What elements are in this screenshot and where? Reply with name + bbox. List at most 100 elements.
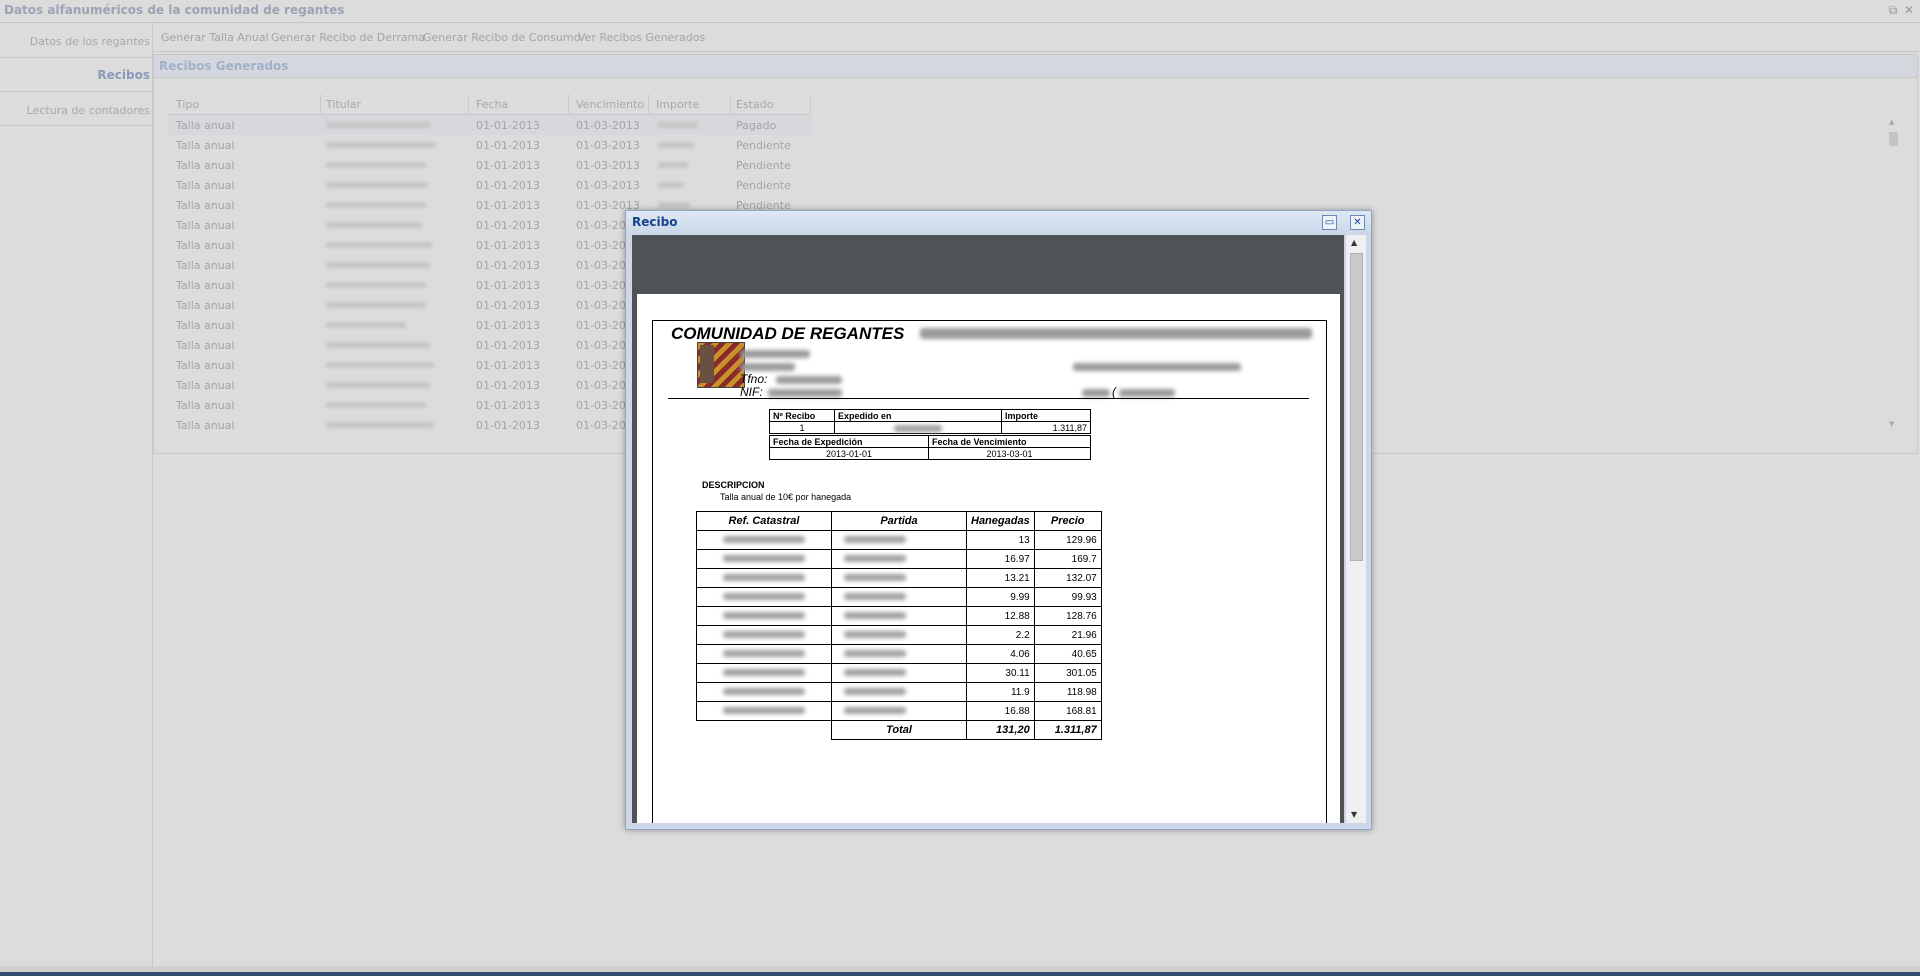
total-precio: 1.311,87	[1033, 720, 1102, 740]
table-row[interactable]: Talla anual 01-01-2013 01-03-2013 Pendiente	[168, 155, 811, 175]
column-header-tipo[interactable]: Tipo	[176, 98, 199, 111]
descripcion-label: DESCRIPCION	[702, 480, 765, 490]
generar-talla-anual-button[interactable]: Generar Talla Anual	[161, 31, 269, 44]
cell-fecha: 01-01-2013	[476, 359, 540, 372]
nif-label: NIF:	[740, 385, 763, 399]
sidebar: Datos de los regantes Recibos Lectura de…	[0, 23, 153, 966]
cell-hanegadas: 11.9	[966, 682, 1035, 702]
grid-scrollbar[interactable]: ▲ ▼	[1887, 118, 1899, 430]
column-header-titular[interactable]: Titular	[326, 98, 361, 111]
parcel-row: 13 129.96	[696, 530, 1102, 550]
close-icon[interactable]: ✕	[1350, 215, 1365, 230]
redacted-importe	[658, 202, 690, 208]
sidebar-divider	[0, 125, 152, 126]
postal-paren: (	[1112, 385, 1116, 399]
generar-recibo-consumo-button[interactable]: Generar Recibo de Consumo	[423, 31, 580, 44]
fecha-vencimiento: 2013-03-01	[928, 447, 1091, 460]
table-row[interactable]: Talla anual 01-01-2013 01-03-2013 Pendiente	[168, 135, 811, 155]
receipt-info-table: Nº Recibo Expedido en Importe 1 1.311,87	[769, 409, 1091, 434]
cell-tipo: Talla anual	[176, 279, 235, 292]
ver-recibos-generados-button[interactable]: Ver Recibos Generados	[578, 31, 705, 44]
redacted-titular	[326, 422, 434, 428]
scroll-down-icon[interactable]: ▼	[1351, 810, 1357, 819]
cell-vencimiento: 01-03-2013	[576, 139, 640, 152]
receipt-page: COMUNIDAD DE REGANTES Tfno: NIF: ( Nº Re…	[637, 294, 1340, 823]
column-header-fecha[interactable]: Fecha	[476, 98, 508, 111]
parcel-row: 2.2 21.96	[696, 625, 1102, 645]
cell-partida	[831, 587, 967, 607]
close-icon[interactable]: ✕	[1902, 3, 1916, 17]
cell-fecha: 01-01-2013	[476, 419, 540, 432]
redacted-phone	[776, 376, 842, 384]
column-header-vencimiento[interactable]: Vencimiento	[576, 98, 644, 111]
cell-estado: Pendiente	[736, 179, 791, 192]
receipt-heading: COMUNIDAD DE REGANTES	[671, 324, 905, 343]
column-divider	[648, 94, 649, 114]
cell-partida	[831, 701, 967, 721]
cell-hanegadas: 2.2	[966, 625, 1035, 645]
redacted-postal-code	[1082, 389, 1110, 397]
cell-partida	[831, 663, 967, 683]
cell-ref-catastral	[696, 644, 832, 664]
cell-fecha: 01-01-2013	[476, 199, 540, 212]
cell-partida	[831, 682, 967, 702]
cell-partida	[831, 606, 967, 626]
cell-fecha: 01-01-2013	[476, 399, 540, 412]
cell-tipo: Talla anual	[176, 419, 235, 432]
viewer-scrollbar[interactable]: ▲ ▼	[1345, 235, 1366, 823]
cell-tipo: Talla anual	[176, 259, 235, 272]
sidebar-item-recibos[interactable]: Recibos	[0, 68, 152, 82]
cell-ref-catastral	[696, 568, 832, 588]
cell-fecha: 01-01-2013	[476, 239, 540, 252]
recibo-window: Recibo ▭ ✕ COMUNIDAD DE REGANTES Tfno: N…	[625, 210, 1372, 830]
parcel-row: 16.97 169.7	[696, 549, 1102, 569]
scroll-up-icon[interactable]: ▲	[1889, 118, 1894, 126]
scroll-thumb[interactable]	[1889, 132, 1898, 146]
redacted-titular	[326, 122, 430, 128]
cell-partida	[831, 549, 967, 569]
cell-fecha: 01-01-2013	[476, 119, 540, 132]
num-recibo: 1	[769, 421, 835, 434]
cell-ref-catastral	[696, 530, 832, 550]
h-ref-catastral: Ref. Catastral	[696, 511, 832, 531]
redacted-titular	[326, 382, 430, 388]
redacted-titular	[326, 242, 432, 248]
restore-icon[interactable]: ⧉	[1886, 3, 1900, 17]
table-row[interactable]: Talla anual 01-01-2013 01-03-2013 Pagado	[168, 115, 811, 135]
cell-fecha: 01-01-2013	[476, 219, 540, 232]
cell-fecha: 01-01-2013	[476, 159, 540, 172]
column-header-estado[interactable]: Estado	[736, 98, 773, 111]
cell-hanegadas: 16.97	[966, 549, 1035, 569]
table-row[interactable]: Talla anual 01-01-2013 01-03-2013 Pendiente	[168, 175, 811, 195]
sidebar-item-datos-regantes[interactable]: Datos de los regantes	[0, 35, 152, 48]
cell-precio: 118.98	[1033, 682, 1102, 702]
generar-recibo-derrama-button[interactable]: Generar Recibo de Derrama	[271, 31, 425, 44]
cell-tipo: Talla anual	[176, 139, 235, 152]
cell-tipo: Talla anual	[176, 339, 235, 352]
fecha-expedicion: 2013-01-01	[769, 447, 929, 460]
recibo-window-title: Recibo	[632, 215, 678, 229]
cell-tipo: Talla anual	[176, 119, 235, 132]
window-title: Datos alfanuméricos de la comunidad de r…	[4, 3, 345, 17]
redacted-titular	[326, 162, 426, 168]
h-num-recibo: Nº Recibo	[769, 409, 835, 422]
h-expedido-en: Expedido en	[834, 409, 1002, 422]
sidebar-divider	[0, 57, 152, 58]
header-rule	[668, 398, 1309, 399]
cell-precio: 99.93	[1033, 587, 1102, 607]
viewer-scroll-thumb[interactable]	[1350, 253, 1363, 561]
total-hanegadas: 131,20	[966, 720, 1035, 740]
redacted-address	[740, 350, 810, 358]
pdf-viewer[interactable]: COMUNIDAD DE REGANTES Tfno: NIF: ( Nº Re…	[632, 235, 1344, 823]
maximize-icon[interactable]: ▭	[1322, 215, 1337, 230]
cell-tipo: Talla anual	[176, 299, 235, 312]
cell-estado: Pagado	[736, 119, 777, 132]
redacted-titular	[326, 282, 426, 288]
column-divider	[568, 94, 569, 114]
column-header-importe[interactable]: Importe	[656, 98, 699, 111]
parcel-table: Ref. Catastral Partida Hanegadas Precio …	[696, 511, 1102, 740]
cell-tipo: Talla anual	[176, 399, 235, 412]
sidebar-item-lectura-contadores[interactable]: Lectura de contadores	[0, 104, 152, 117]
scroll-down-icon[interactable]: ▼	[1889, 420, 1894, 428]
scroll-up-icon[interactable]: ▲	[1351, 238, 1357, 247]
